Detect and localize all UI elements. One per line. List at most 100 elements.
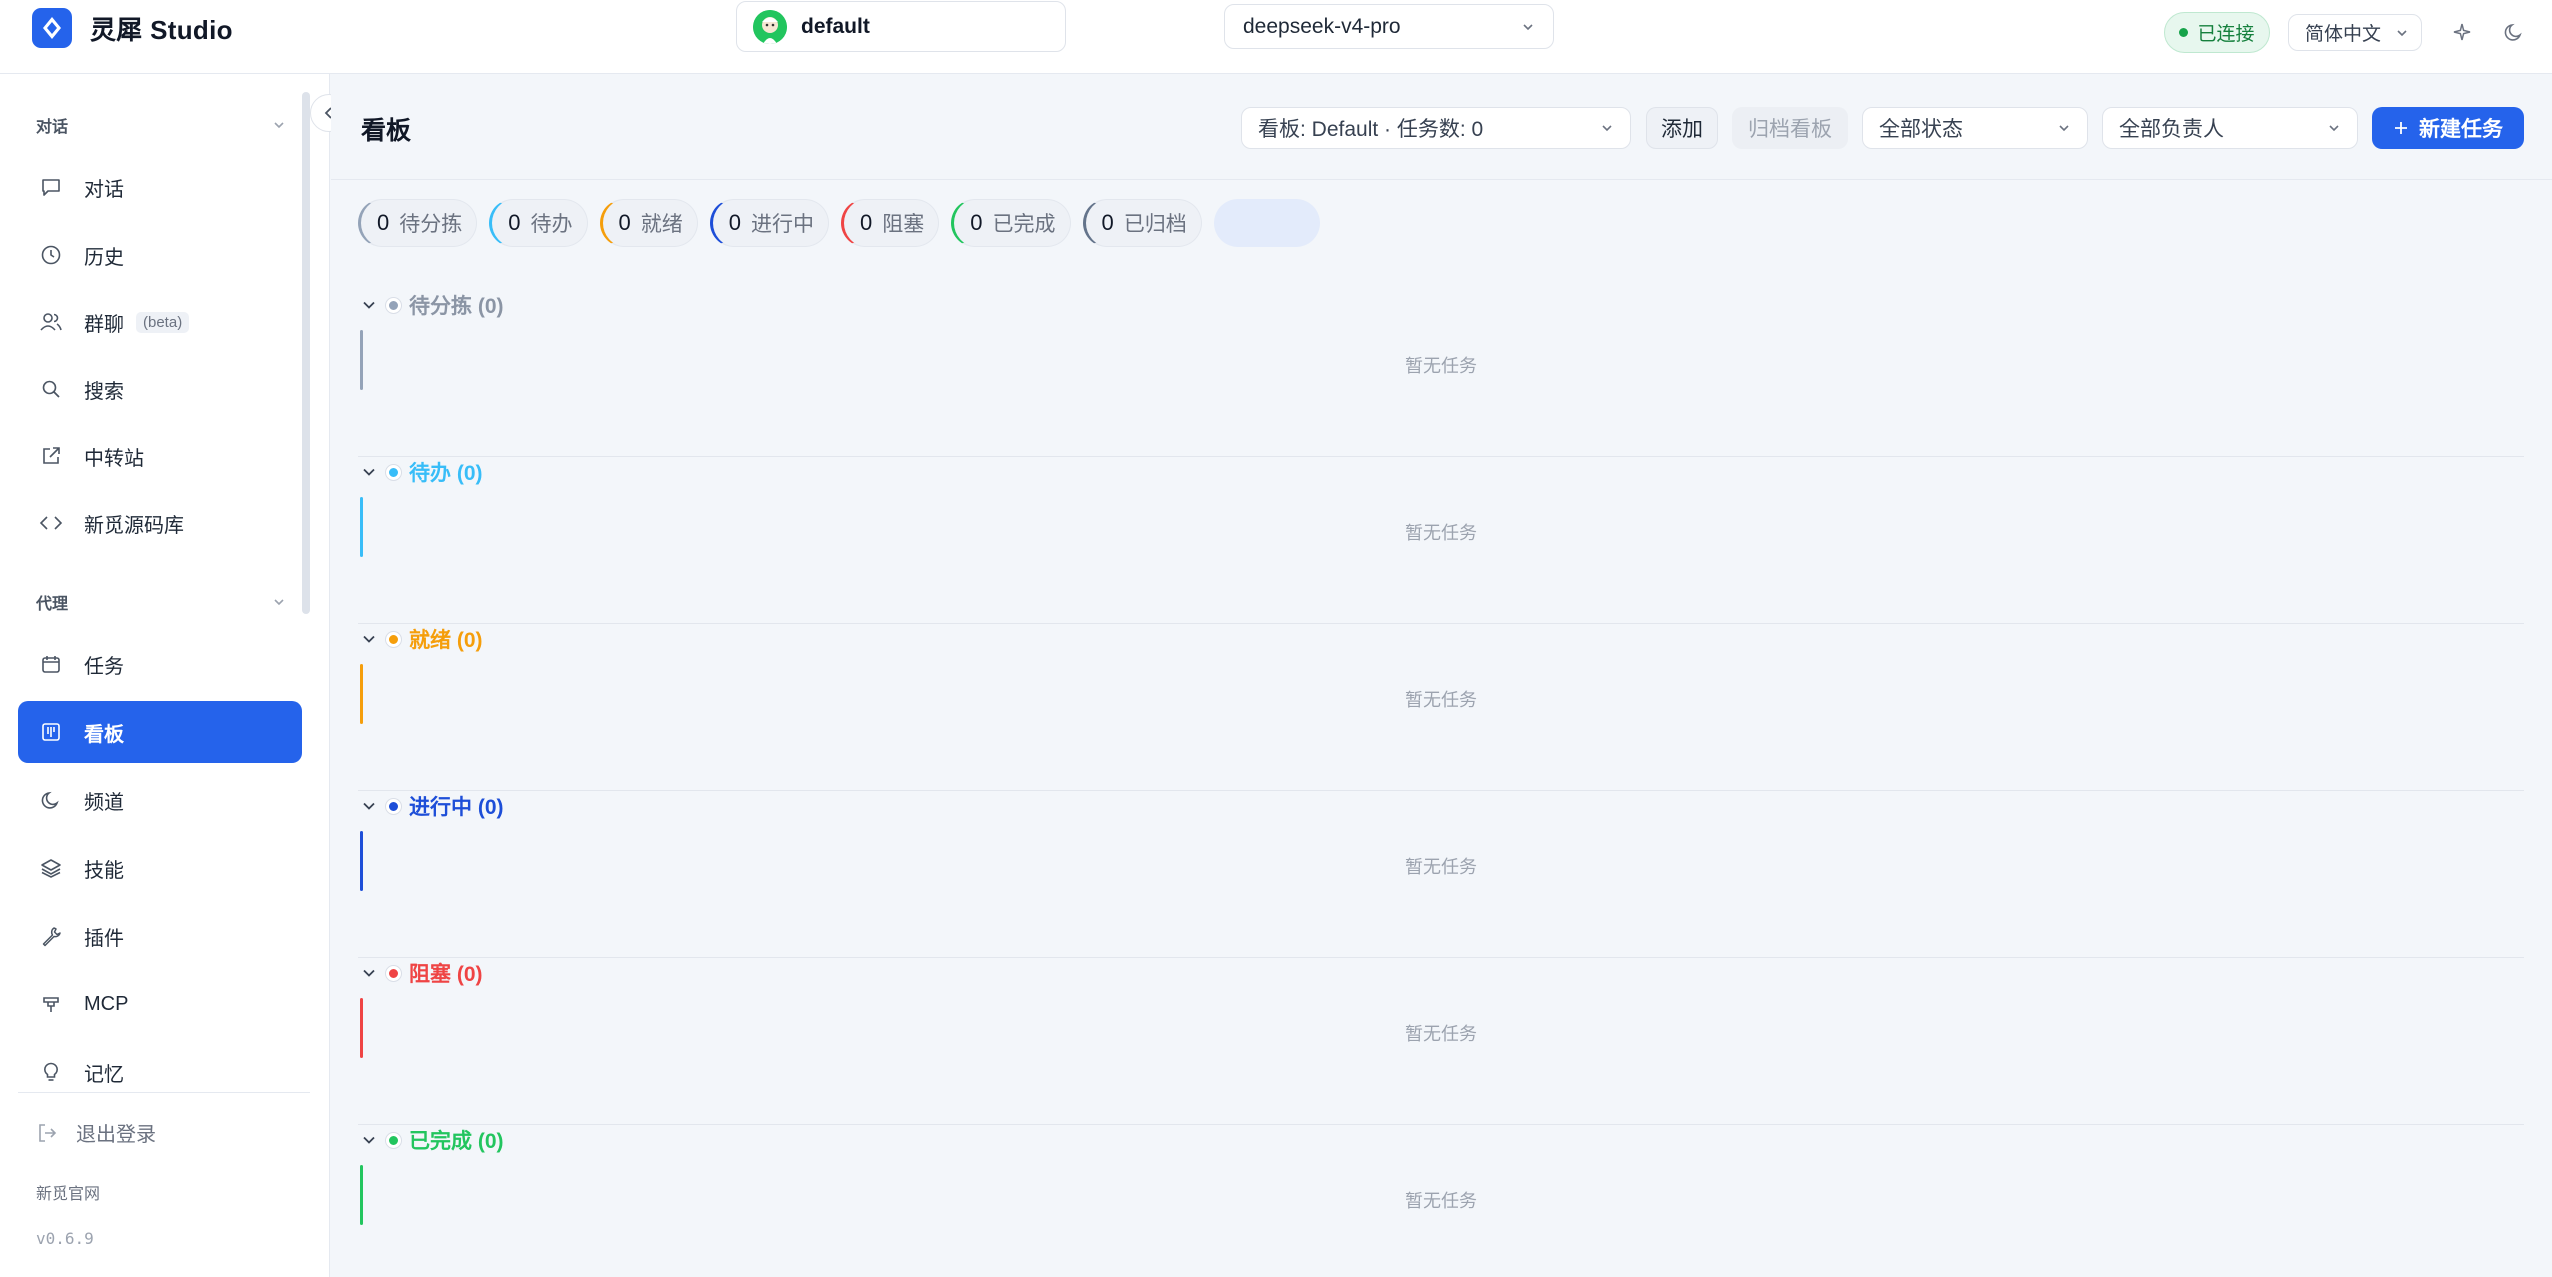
status-filter-text: 全部状态 xyxy=(1879,118,1963,141)
chevron-down-icon xyxy=(1600,121,1614,135)
profile-name: default xyxy=(801,14,870,38)
moon-icon[interactable] xyxy=(2500,18,2528,46)
new-task-button[interactable]: 新建任务 xyxy=(2372,107,2524,149)
logout-button[interactable]: 退出登录 xyxy=(36,1118,156,1147)
plus-icon xyxy=(2393,120,2409,136)
lane-status-dot xyxy=(386,798,401,814)
sidebar-item-chat[interactable]: 对话 xyxy=(18,156,302,218)
sidebar-item-plugins[interactable]: 插件 xyxy=(18,905,302,967)
chip-triage[interactable]: 0 待分拣 xyxy=(358,199,478,247)
status-dot xyxy=(2179,28,2189,37)
brand-logo-icon xyxy=(32,8,72,48)
status-filter-select[interactable]: 全部状态 xyxy=(1862,107,2088,149)
group-chat-header[interactable]: 对话 xyxy=(36,110,286,140)
chip-count: 0 xyxy=(860,210,873,235)
brand[interactable]: 灵犀 Studio xyxy=(32,8,233,48)
chevron-down-icon xyxy=(360,964,378,982)
chip-label: 进行中 xyxy=(751,213,814,236)
sidebar-item-channels[interactable]: 频道 xyxy=(18,769,302,831)
lane-header[interactable]: 进行中 (0) xyxy=(360,791,504,821)
lane-empty-text: 暂无任务 xyxy=(1405,857,1477,877)
chevron-down-icon xyxy=(2395,26,2409,40)
chip-label: 已完成 xyxy=(992,213,1056,236)
chip-label: 就绪 xyxy=(640,213,683,236)
calendar-icon xyxy=(38,651,64,677)
sidebar-item-group-chat[interactable]: 群聊 (beta) xyxy=(18,291,302,353)
chip-count: 0 xyxy=(1101,210,1114,235)
chip-count: 0 xyxy=(970,210,983,235)
assignee-filter-select[interactable]: 全部负责人 xyxy=(2102,107,2358,149)
lane-ready: 就绪 (0) 暂无任务 xyxy=(358,624,2524,791)
chip-todo[interactable]: 0 待办 xyxy=(489,199,588,247)
chevron-down-icon xyxy=(360,463,378,481)
chip-label: 待分拣 xyxy=(399,213,463,236)
lane-empty-text: 暂无任务 xyxy=(1405,356,1477,376)
profile-selector[interactable]: default xyxy=(736,1,1066,52)
sidebar-item-mcp[interactable]: MCP xyxy=(18,973,302,1035)
lane-header[interactable]: 已完成 (0) xyxy=(360,1125,504,1155)
lane-empty-text: 暂无任务 xyxy=(1405,1024,1477,1044)
clock-icon xyxy=(38,242,64,268)
code-icon xyxy=(38,510,64,536)
chip-blocked[interactable]: 0 阻塞 xyxy=(841,199,940,247)
sidebar-item-skills[interactable]: 技能 xyxy=(18,837,302,899)
chip-label: 已归档 xyxy=(1123,213,1187,236)
sidebar-item-source-repo[interactable]: 新觅源码库 xyxy=(18,492,302,554)
lane-status-dot xyxy=(386,965,401,981)
chip-in-progress[interactable]: 0 进行中 xyxy=(709,199,829,247)
lane-status-dot xyxy=(386,1132,401,1148)
sidebar-scrollbar[interactable] xyxy=(302,92,310,614)
connection-status-badge: 已连接 xyxy=(2164,12,2270,53)
chip-count: 0 xyxy=(508,210,521,235)
logout-icon xyxy=(36,1122,58,1144)
model-name: deepseek-v4-pro xyxy=(1243,14,1401,38)
lane-header[interactable]: 待办 (0) xyxy=(360,457,483,487)
plug-icon xyxy=(38,991,64,1017)
sidebar-item-kanban[interactable]: 看板 xyxy=(18,701,302,763)
sparkle-icon[interactable] xyxy=(2448,18,2476,46)
sidebar-item-tasks[interactable]: 任务 xyxy=(18,633,302,695)
group-label: 代理 xyxy=(36,596,69,613)
board-select[interactable]: 看板: Default · 任务数: 0 xyxy=(1241,107,1631,149)
official-site-link[interactable]: 新觅官网 xyxy=(36,1180,100,1204)
sidebar-item-history[interactable]: 历史 xyxy=(18,224,302,286)
language-select[interactable]: 简体中文 xyxy=(2288,14,2422,51)
chevron-down-icon xyxy=(272,118,286,132)
sidebar-item-label: 技能 xyxy=(84,859,124,882)
chip-done[interactable]: 0 已完成 xyxy=(951,199,1071,247)
lane-title: 待分拣 (0) xyxy=(409,295,504,318)
external-link-icon xyxy=(38,443,64,469)
add-board-button[interactable]: 添加 xyxy=(1646,107,1718,149)
sidebar-item-relay[interactable]: 中转站 xyxy=(18,425,302,487)
group-agent-header[interactable]: 代理 xyxy=(36,587,286,617)
new-task-label: 新建任务 xyxy=(2419,118,2503,141)
lane-header[interactable]: 就绪 (0) xyxy=(360,624,483,654)
chip-label: 阻塞 xyxy=(882,213,925,236)
group-label: 对话 xyxy=(36,119,69,136)
sidebar-item-label: 中转站 xyxy=(84,447,144,470)
sidebar-item-search[interactable]: 搜索 xyxy=(18,358,302,420)
avatar xyxy=(753,9,787,44)
lane-header[interactable]: 阻塞 (0) xyxy=(360,958,483,988)
status-chip-bar: 0 待分拣 0 待办 0 就绪 0 进行中 0 阻塞 0 已完成 0 已归档 xyxy=(358,199,1320,247)
lane-header[interactable]: 待分拣 (0) xyxy=(360,290,504,320)
sidebar-item-label: 插件 xyxy=(84,927,124,950)
chip-ready[interactable]: 0 就绪 xyxy=(599,199,698,247)
chevron-down-icon xyxy=(2057,121,2071,135)
sidebar-item-label: 搜索 xyxy=(84,380,124,403)
layers-icon xyxy=(38,855,64,881)
chevron-down-icon xyxy=(360,797,378,815)
lane-status-dot xyxy=(386,464,401,480)
chip-count: 0 xyxy=(728,210,741,235)
lane-title: 阻塞 (0) xyxy=(409,963,483,986)
sidebar-item-memory[interactable]: 记忆 xyxy=(18,1041,302,1103)
logout-label: 退出登录 xyxy=(76,1124,156,1146)
connection-status-text: 已连接 xyxy=(2197,24,2255,45)
sidebar-item-label: MCP xyxy=(84,992,129,1015)
sidebar: 对话 对话 历史 群聊 (beta) 搜索 中转站 新觅源码库 代理 任务 看板… xyxy=(0,74,330,1277)
model-select[interactable]: deepseek-v4-pro xyxy=(1224,4,1554,49)
lightbulb-icon xyxy=(38,1059,64,1085)
archive-board-button[interactable]: 归档看板 xyxy=(1732,107,1848,149)
chip-archived[interactable]: 0 已归档 xyxy=(1082,199,1202,247)
lane-status-dot xyxy=(386,297,401,313)
